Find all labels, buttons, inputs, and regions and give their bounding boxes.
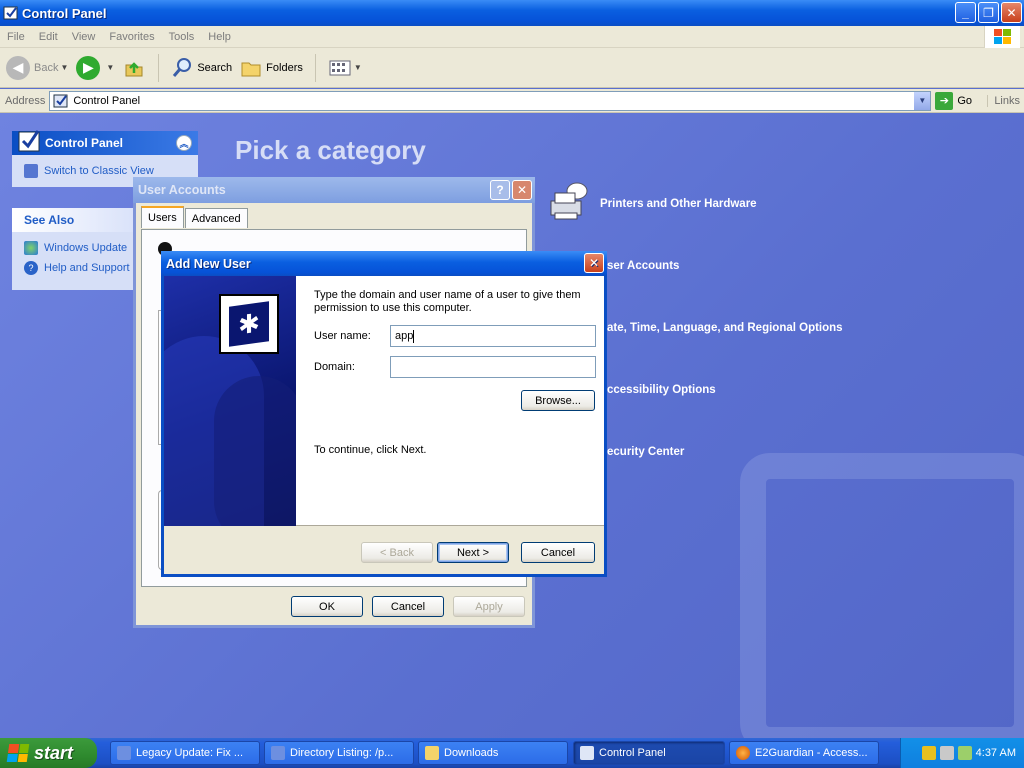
chevron-down-icon: ▼ [60, 63, 69, 72]
category-date-time-language[interactable]: ate, Time, Language, and Regional Option… [607, 322, 843, 334]
address-bar: Address Control Panel ▼ ➔ Go Links [0, 89, 1024, 113]
menu-bar: File Edit View Favorites Tools Help [0, 26, 1024, 48]
system-tray: 4:37 AM [900, 738, 1024, 768]
cancel-button[interactable]: Cancel [372, 596, 444, 617]
back-wizard-button[interactable]: < Back [361, 542, 433, 563]
go-arrow-icon: ➔ [935, 91, 954, 110]
menu-help[interactable]: Help [201, 31, 238, 43]
menu-edit[interactable]: Edit [32, 31, 65, 43]
user-accounts-title: User Accounts [138, 183, 226, 197]
clock[interactable]: 4:37 AM [976, 747, 1016, 759]
task-downloads[interactable]: Downloads [418, 741, 568, 765]
folder-icon [425, 746, 439, 760]
window-title: Control Panel [22, 5, 107, 21]
address-label: Address [5, 94, 46, 107]
wizard-banner-image: ✱ [164, 276, 296, 526]
folders-button[interactable]: Folders [240, 57, 303, 79]
instructions-text: Type the domain and user name of a user … [314, 289, 581, 314]
forward-button[interactable]: ▶ ▼ [76, 55, 115, 80]
category-user-accounts[interactable]: ser Accounts [607, 260, 679, 272]
control-panel-icon [53, 94, 68, 107]
menu-tools[interactable]: Tools [162, 31, 202, 43]
background-checkmark-decoration [740, 453, 1024, 738]
security-key-icon: ✱ [219, 294, 279, 354]
links-button[interactable]: Links [987, 94, 1020, 107]
back-arrow-icon: ◀ [6, 55, 30, 80]
task-control-panel[interactable]: Control Panel [573, 741, 725, 765]
tab-users[interactable]: Users [141, 206, 184, 228]
browse-button[interactable]: Browse... [521, 390, 595, 411]
next-button[interactable]: Next > [437, 542, 509, 563]
minimize-button[interactable]: _ [955, 2, 976, 23]
control-panel-icon [3, 6, 18, 20]
username-input[interactable]: app [390, 325, 596, 347]
firefox-icon [736, 746, 750, 760]
search-icon [173, 57, 192, 77]
domain-label: Domain: [314, 361, 355, 373]
printer-icon [550, 182, 588, 220]
restore-button[interactable]: ❐ [978, 2, 999, 23]
up-folder-button[interactable] [122, 56, 146, 80]
windows-update-icon [24, 241, 38, 255]
category-printers-hardware[interactable]: Printers and Other Hardware [600, 198, 757, 210]
text-cursor [413, 329, 415, 343]
add-new-user-title: Add New User [166, 256, 251, 271]
add-new-user-titlebar[interactable]: Add New User ✕ [161, 251, 607, 276]
views-button[interactable]: ▼ [328, 58, 362, 78]
task-legacy-update[interactable]: Legacy Update: Fix ... [110, 741, 260, 765]
close-button[interactable]: ✕ [1001, 2, 1022, 23]
control-panel-icon [580, 746, 594, 760]
security-shield-icon[interactable] [921, 746, 936, 760]
control-panel-icon [18, 130, 40, 152]
page-title: Pick a category [235, 135, 426, 165]
menu-view[interactable]: View [65, 31, 103, 43]
windows-flag-icon [6, 744, 30, 762]
chevron-down-icon: ▼ [353, 63, 362, 72]
apply-button[interactable]: Apply [453, 596, 525, 617]
task-e2guardian[interactable]: E2Guardian - Access... [729, 741, 879, 765]
toolbar: ◀ Back ▼ ▶ ▼ Search Folders ▼ [0, 48, 1024, 88]
ok-button[interactable]: OK [291, 596, 363, 617]
window-titlebar[interactable]: Control Panel _ ❐ ✕ [0, 0, 1024, 26]
network-icon[interactable] [939, 746, 954, 760]
address-dropdown-icon[interactable]: ▼ [914, 91, 931, 110]
up-folder-icon [125, 61, 143, 76]
views-grid-icon [329, 60, 351, 75]
continue-text: To continue, click Next. [314, 444, 427, 456]
category-accessibility[interactable]: ccessibility Options [607, 384, 716, 396]
classic-view-icon [24, 164, 38, 178]
tab-advanced[interactable]: Advanced [184, 208, 248, 228]
username-label: User name: [314, 330, 371, 342]
menu-file[interactable]: File [0, 31, 32, 43]
add-new-user-dialog: Add New User ✕ ✱ Type the domain and use… [161, 251, 607, 577]
back-button[interactable]: ◀ Back ▼ [6, 55, 69, 80]
go-button[interactable]: ➔ Go [935, 91, 972, 110]
help-icon: ? [24, 261, 38, 275]
help-button[interactable]: ? [490, 180, 510, 200]
control-panel-box-header[interactable]: Control Panel ︽ [12, 130, 198, 155]
add-new-user-close-button[interactable]: ✕ [584, 253, 604, 273]
menu-favorites[interactable]: Favorites [102, 31, 161, 43]
forward-arrow-icon: ▶ [76, 55, 101, 80]
domain-input[interactable] [390, 356, 596, 378]
taskbar: start Legacy Update: Fix ... Directory L… [0, 738, 1024, 768]
window-icon [117, 746, 131, 760]
window-icon [271, 746, 285, 760]
add-user-cancel-button[interactable]: Cancel [521, 542, 595, 563]
collapse-chevron-icon[interactable]: ︽ [176, 135, 192, 151]
search-button[interactable]: Search [171, 57, 232, 79]
wizard-panel: ✱ Type the domain and user name of a use… [164, 276, 604, 526]
start-button[interactable]: start [0, 738, 97, 768]
volume-icon[interactable] [957, 746, 972, 760]
user-accounts-close-button[interactable]: ✕ [512, 180, 532, 200]
address-input[interactable]: Control Panel ▼ [49, 90, 932, 111]
chevron-down-icon: ▼ [106, 63, 115, 72]
task-directory-listing[interactable]: Directory Listing: /p... [264, 741, 414, 765]
windows-logo-icon [984, 26, 1020, 48]
folder-icon [241, 62, 261, 76]
user-accounts-titlebar[interactable]: User Accounts ? ✕ [133, 177, 535, 203]
category-security-center[interactable]: ecurity Center [607, 446, 684, 458]
